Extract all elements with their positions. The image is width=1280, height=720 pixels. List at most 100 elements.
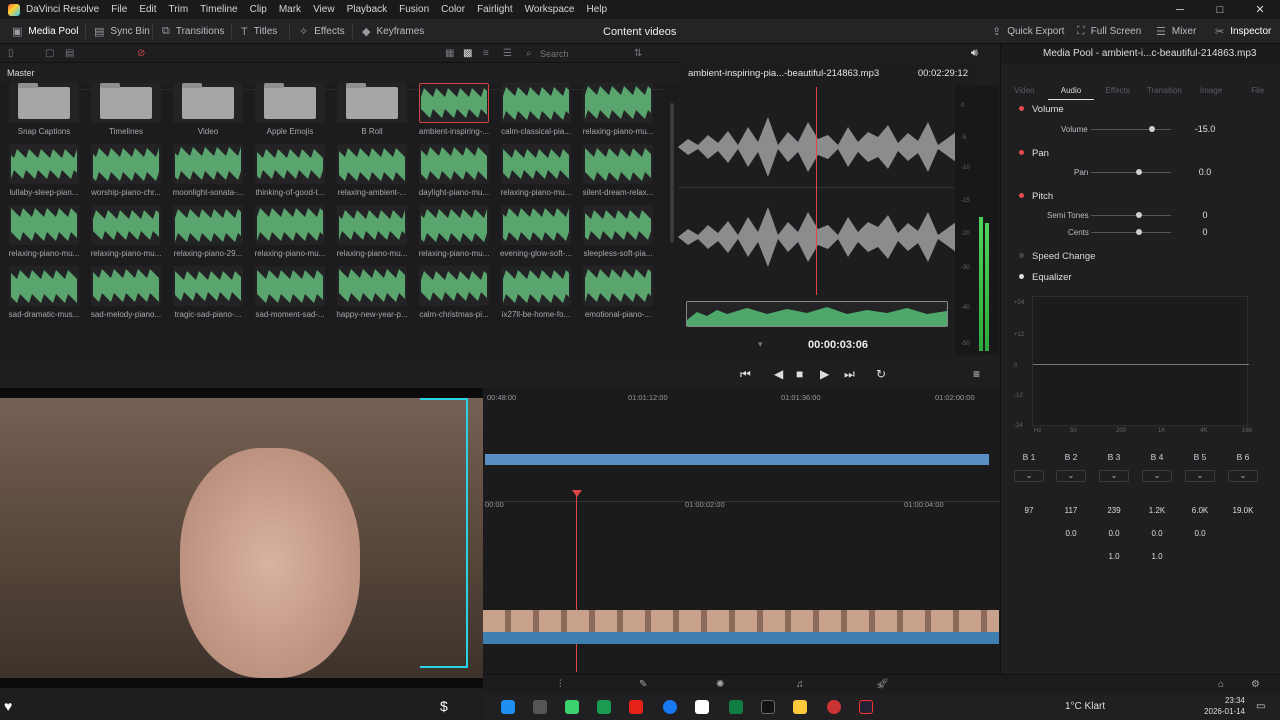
tab-audio[interactable]: Audio [1047, 66, 1095, 100]
eq-band-filter-dropdown[interactable]: ⌄ [1228, 470, 1258, 482]
audio-clip[interactable] [483, 632, 999, 644]
mixer-button[interactable]: ☰ Mixer [1156, 19, 1196, 44]
media-clip[interactable]: relaxing-ambient-... [333, 144, 411, 197]
bin-folder[interactable]: Timelines [87, 83, 165, 136]
menu-fairlight[interactable]: Fairlight [477, 4, 513, 15]
media-clip[interactable]: relaxing-piano-mu... [415, 205, 493, 258]
eq-band-gain[interactable]: 0.0 [1183, 529, 1217, 538]
minimize-icon[interactable]: ─ [1160, 0, 1200, 19]
viewer-menu-icon[interactable]: ≡ [973, 360, 980, 388]
media-clip[interactable]: ambient-inspiring-... [415, 83, 493, 136]
fairlight-page-icon[interactable]: ♫ [796, 675, 804, 694]
media-clip[interactable]: worship-piano-chr... [87, 144, 165, 197]
play-reverse-icon[interactable]: ◀ [774, 360, 783, 388]
x-icon[interactable] [761, 700, 775, 714]
close-icon[interactable]: ✕ [1240, 0, 1280, 19]
eq-band-1-header[interactable]: B 1 [1009, 452, 1049, 462]
audio-jog-bar[interactable] [686, 301, 948, 327]
bin-folder[interactable]: Video [169, 83, 247, 136]
search-input[interactable] [540, 47, 630, 60]
eq-band-frequency[interactable]: 97 [1012, 506, 1046, 515]
volume-slider[interactable] [1091, 129, 1171, 130]
scrollbar[interactable] [670, 103, 674, 243]
explorer-icon[interactable] [793, 700, 807, 714]
timeline-ruler[interactable]: 00:00 01:00:02:00 01:00:04:00 [483, 490, 1000, 509]
media-clip[interactable]: sad-moment-sad-... [251, 266, 329, 319]
cents-slider[interactable] [1091, 232, 1171, 233]
eq-band-filter-dropdown[interactable]: ⌄ [1056, 470, 1086, 482]
pan-slider[interactable] [1091, 172, 1171, 173]
media-clip[interactable]: evening-glow-soft-... [497, 205, 575, 258]
media-clip[interactable]: relaxing-piano-mu... [251, 205, 329, 258]
media-clip[interactable]: silent-dream-relax... [579, 144, 657, 197]
tab-video[interactable]: Video [1001, 66, 1048, 100]
eq-band-filter-dropdown[interactable]: ⌄ [1142, 470, 1172, 482]
menu-color[interactable]: Color [441, 4, 465, 15]
new-bin-icon[interactable]: ▢ [45, 44, 54, 63]
menu-trim[interactable]: Trim [169, 4, 189, 15]
media-clip[interactable]: relaxing-piano-29... [169, 205, 247, 258]
davinci-taskbar-icon[interactable] [859, 700, 873, 714]
media-clip[interactable]: moonlight-sonata-... [169, 144, 247, 197]
semitones-slider-knob[interactable] [1136, 212, 1142, 218]
pan-slider-knob[interactable] [1136, 169, 1142, 175]
app-icon[interactable] [827, 700, 841, 714]
notifications-icon[interactable]: ▭ [1256, 697, 1265, 716]
grid-view-icon[interactable]: ▩ [463, 44, 472, 63]
edit-page-icon[interactable]: ⫶ [559, 675, 562, 694]
eq-band-filter-dropdown[interactable]: ⌄ [1014, 470, 1044, 482]
full-screen-button[interactable]: ⛶ Full Screen [1077, 19, 1141, 44]
weather-widget[interactable]: 1°C Klart [1065, 701, 1105, 712]
media-clip[interactable]: sad-melody-piano... [87, 266, 165, 319]
viewer-options-dropdown[interactable]: ▾ [758, 339, 763, 350]
volume-icon[interactable]: 🔊︎ [971, 47, 978, 60]
youtube-icon[interactable] [629, 700, 643, 714]
volume-slider-knob[interactable] [1149, 126, 1155, 132]
media-clip[interactable]: relaxing-piano-mu... [579, 83, 657, 136]
volume-section[interactable]: Volume [1001, 104, 1280, 115]
media-clip[interactable]: happy-new-year-p... [333, 266, 411, 319]
menu-playback[interactable]: Playback [347, 4, 388, 15]
eq-band-filter-dropdown[interactable]: ⌄ [1099, 470, 1129, 482]
tiktok-icon[interactable] [695, 700, 709, 714]
menu-mark[interactable]: Mark [279, 4, 301, 15]
equalizer-section[interactable]: Equalizer [1001, 272, 1280, 283]
fusion-page-icon[interactable]: ✎ [639, 675, 647, 694]
bin-folder[interactable]: Apple Emojis [251, 83, 329, 136]
menu-workspace[interactable]: Workspace [525, 4, 575, 15]
eq-band-frequency[interactable]: 6.0K [1183, 506, 1217, 515]
media-pool-button[interactable]: ▣ Media Pool [12, 19, 78, 44]
sidebar-toggle-icon[interactable]: ▯ [8, 44, 14, 63]
timeline-overview-clip[interactable] [485, 454, 989, 465]
eq-band-filter-dropdown[interactable]: ⌄ [1185, 470, 1215, 482]
eq-band-gain[interactable]: 0.0 [1140, 529, 1174, 538]
playhead[interactable] [816, 87, 817, 295]
eq-band-gain[interactable]: 0.0 [1097, 529, 1131, 538]
pan-value[interactable]: 0.0 [1185, 167, 1225, 177]
tab-image[interactable]: Image [1188, 66, 1235, 100]
media-clip[interactable]: relaxing-piano-mu... [333, 205, 411, 258]
eq-band-q[interactable]: 1.0 [1140, 552, 1174, 561]
timeline-playhead[interactable] [576, 490, 577, 672]
media-clip[interactable]: relaxing-piano-mu... [497, 144, 575, 197]
transitions-button[interactable]: ⧉ Transitions [162, 19, 224, 44]
pitch-section[interactable]: Pitch [1001, 191, 1280, 202]
equalizer-graph[interactable] [1032, 296, 1249, 426]
menu-timeline[interactable]: Timeline [200, 4, 237, 15]
sort-icon[interactable]: ⇅ [634, 44, 642, 63]
media-clip[interactable]: ix27ll-be-home-fo... [497, 266, 575, 319]
playhead-handle[interactable] [572, 490, 582, 497]
media-clip[interactable]: relaxing-piano-mu... [87, 205, 165, 258]
maximize-icon[interactable]: □ [1200, 0, 1240, 19]
eq-band-frequency[interactable]: 1.2K [1140, 506, 1174, 515]
loop-icon[interactable]: ↻ [876, 360, 886, 388]
color-page-icon[interactable]: ✺ [716, 675, 724, 694]
menu-file[interactable]: File [111, 4, 127, 15]
tab-effects[interactable]: Effects [1094, 66, 1141, 100]
app-icon[interactable] [565, 700, 579, 714]
play-icon[interactable]: ▶ [820, 360, 829, 388]
clock-time[interactable]: 23:34 [1201, 696, 1245, 705]
media-clip[interactable]: calm-christmas-pi... [415, 266, 493, 319]
eq-band-6-header[interactable]: B 6 [1223, 452, 1263, 462]
media-clip[interactable]: calm-classical-pia... [497, 83, 575, 136]
